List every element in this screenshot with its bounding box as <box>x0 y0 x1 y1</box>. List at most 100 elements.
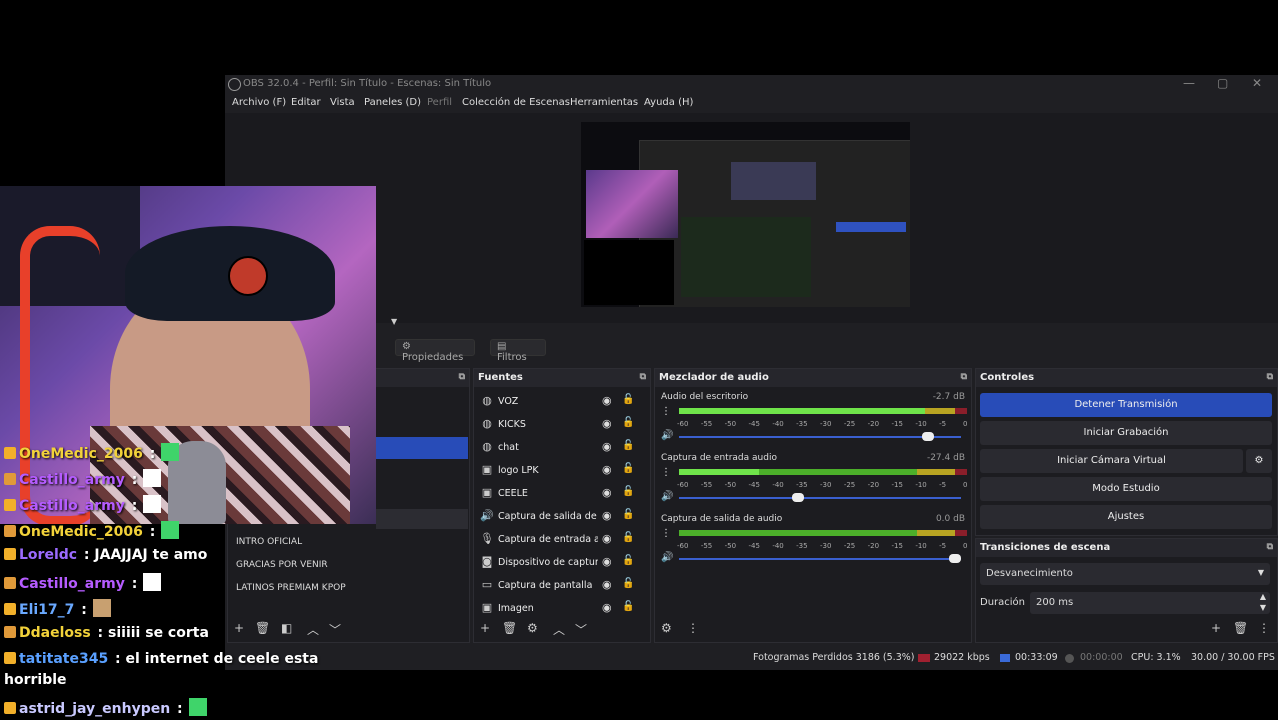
chevron-up-icon[interactable]: ︿ <box>307 621 319 638</box>
duration-input[interactable]: 200 ms ▲ ▼ <box>1030 592 1270 614</box>
chat-username[interactable]: Loreldc <box>19 547 77 563</box>
lock-icon[interactable]: 🔓 <box>622 509 634 520</box>
chat-username[interactable]: Eli17_7 <box>19 602 74 618</box>
eye-icon[interactable]: ◉ <box>602 463 612 476</box>
source-row[interactable]: ▣ logo LPK ◉ 🔓 <box>478 460 638 482</box>
add-icon[interactable]: + <box>1211 621 1221 635</box>
lock-icon[interactable]: 🔓 <box>622 394 634 405</box>
scene-item[interactable]: INTRO OFICIAL <box>228 532 471 552</box>
more-options-icon[interactable]: ⋮ <box>661 406 671 417</box>
source-row[interactable]: ◍ KICKS ◉ 🔓 <box>478 414 638 436</box>
filters-button[interactable]: ▤ Filtros <box>490 339 546 363</box>
chat-username[interactable]: OneMedic_2006 <box>19 446 143 462</box>
chevron-down-icon[interactable]: ﹀ <box>575 621 587 638</box>
add-icon[interactable]: + <box>480 621 490 635</box>
trash-icon[interactable]: 🗑 <box>502 621 517 635</box>
properties-button[interactable]: ⚙ Propiedades <box>395 339 475 363</box>
settings-button[interactable]: Ajustes <box>980 505 1272 529</box>
eye-icon[interactable]: ◉ <box>602 509 612 522</box>
menu-herramientas[interactable]: Herramientas <box>570 97 638 108</box>
source-row[interactable]: ◍ chat ◉ 🔓 <box>478 437 638 459</box>
menu-ayuda[interactable]: Ayuda (H) <box>644 97 693 108</box>
eye-icon[interactable]: ◉ <box>602 394 612 407</box>
dock-float-icon[interactable]: ⧉ <box>640 372 646 382</box>
lock-icon[interactable]: 🔓 <box>622 532 634 543</box>
menu-archivo[interactable]: Archivo (F) <box>232 97 286 108</box>
spin-down-icon[interactable]: ▼ <box>1260 603 1266 612</box>
lock-icon[interactable]: 🔓 <box>622 440 634 451</box>
chat-username[interactable]: Castillo_army <box>19 472 125 488</box>
more-options-icon[interactable]: ⋮ <box>1258 621 1270 635</box>
more-options-icon[interactable]: ⋮ <box>661 467 671 478</box>
source-row[interactable]: 🔊 Captura de salida de ◉ 🔓 <box>478 506 638 528</box>
lock-icon[interactable]: 🔓 <box>622 555 634 566</box>
more-options-icon[interactable]: ⋮ <box>661 528 671 539</box>
eye-icon[interactable]: ◉ <box>602 532 612 545</box>
menu-coleccion[interactable]: Colección de Escenas <box>462 97 570 108</box>
volume-slider-knob[interactable] <box>922 432 934 441</box>
chat-username[interactable]: Ddaeloss <box>19 625 91 641</box>
chevron-down-icon[interactable]: ﹀ <box>329 621 341 638</box>
chat-username[interactable]: OneMedic_2006 <box>19 524 143 540</box>
lock-icon[interactable]: 🔓 <box>622 463 634 474</box>
more-options-icon[interactable]: ⋮ <box>687 621 699 635</box>
transition-select[interactable]: Desvanecimiento ▼ <box>980 563 1270 585</box>
menu-vista[interactable]: Vista <box>330 97 355 108</box>
stop-stream-button[interactable]: Detener Transmisión <box>980 393 1272 417</box>
maximize-icon[interactable]: ▢ <box>1217 76 1228 90</box>
chat-username[interactable]: tatitate345 <box>19 651 108 667</box>
gear-icon[interactable]: ⚙ <box>527 621 538 635</box>
virtual-camera-button[interactable]: Iniciar Cámara Virtual <box>980 449 1243 473</box>
scene-item[interactable]: GRACIAS POR VENIR <box>228 555 471 575</box>
eye-icon[interactable]: ◉ <box>602 486 612 499</box>
lock-icon[interactable]: 🔓 <box>622 578 634 589</box>
program-preview[interactable] <box>581 122 910 307</box>
chat-username[interactable]: Castillo_army <box>19 498 125 514</box>
volume-slider[interactable] <box>679 554 961 563</box>
chat-username[interactable]: Castillo_army <box>19 576 125 592</box>
dock-float-icon[interactable]: ⧉ <box>961 372 967 382</box>
scene-selected[interactable] <box>376 437 468 459</box>
collapse-arrow-icon[interactable]: ▼ <box>391 317 397 326</box>
eye-icon[interactable]: ◉ <box>602 578 612 591</box>
volume-slider[interactable] <box>679 493 961 502</box>
trash-icon[interactable]: 🗑 <box>255 621 270 635</box>
volume-slider[interactable] <box>679 432 961 441</box>
minimize-icon[interactable]: — <box>1183 76 1195 90</box>
speaker-icon[interactable]: 🔊 <box>661 430 673 441</box>
dock-float-icon[interactable]: ⧉ <box>1267 542 1273 552</box>
chevron-up-icon[interactable]: ︿ <box>553 621 565 638</box>
source-row[interactable]: ◙ Dispositivo de captur ◉ 🔓 <box>478 552 638 574</box>
close-icon[interactable]: ✕ <box>1252 76 1262 90</box>
eye-icon[interactable]: ◉ <box>602 417 612 430</box>
dock-float-icon[interactable]: ⧉ <box>459 372 465 382</box>
source-row[interactable]: ◍ VOZ ◉ 🔓 <box>478 391 638 413</box>
source-row[interactable]: ▣ CEELE ◉ 🔓 <box>478 483 638 505</box>
menu-editar[interactable]: Editar <box>291 97 321 108</box>
menu-perfil[interactable]: Perfil <box>427 97 452 108</box>
dock-float-icon[interactable]: ⧉ <box>1267 372 1273 382</box>
start-recording-button[interactable]: Iniciar Grabación <box>980 421 1272 445</box>
eye-icon[interactable]: ◉ <box>602 601 612 614</box>
advanced-audio-icon[interactable]: ⚙ <box>661 621 672 635</box>
lock-icon[interactable]: 🔓 <box>622 601 634 612</box>
trash-icon[interactable]: 🗑 <box>1233 621 1248 635</box>
source-row[interactable]: 🎙 Captura de entrada a ◉ 🔓 <box>478 529 638 551</box>
menu-paneles[interactable]: Paneles (D) <box>364 97 421 108</box>
speaker-icon[interactable]: 🔊 <box>661 491 673 502</box>
filter-icon[interactable]: ◧ <box>281 621 292 635</box>
virtual-camera-settings-button[interactable]: ⚙ <box>1246 449 1272 473</box>
eye-icon[interactable]: ◉ <box>602 555 612 568</box>
volume-slider-knob[interactable] <box>792 493 805 502</box>
add-icon[interactable]: + <box>234 621 244 635</box>
lock-icon[interactable]: 🔓 <box>622 486 634 497</box>
scene-hover[interactable] <box>376 509 468 529</box>
source-row[interactable]: ▭ Captura de pantalla ◉ 🔓 <box>478 575 638 597</box>
eye-icon[interactable]: ◉ <box>602 440 612 453</box>
lock-icon[interactable]: 🔓 <box>622 417 634 428</box>
chat-username[interactable]: astrid_jay_enhypen <box>19 701 170 717</box>
scene-item[interactable]: LATINOS PREMIAM KPOP <box>228 578 471 598</box>
speaker-icon[interactable]: 🔊 <box>661 552 673 563</box>
spin-up-icon[interactable]: ▲ <box>1260 592 1266 601</box>
studio-mode-button[interactable]: Modo Estudio <box>980 477 1272 501</box>
